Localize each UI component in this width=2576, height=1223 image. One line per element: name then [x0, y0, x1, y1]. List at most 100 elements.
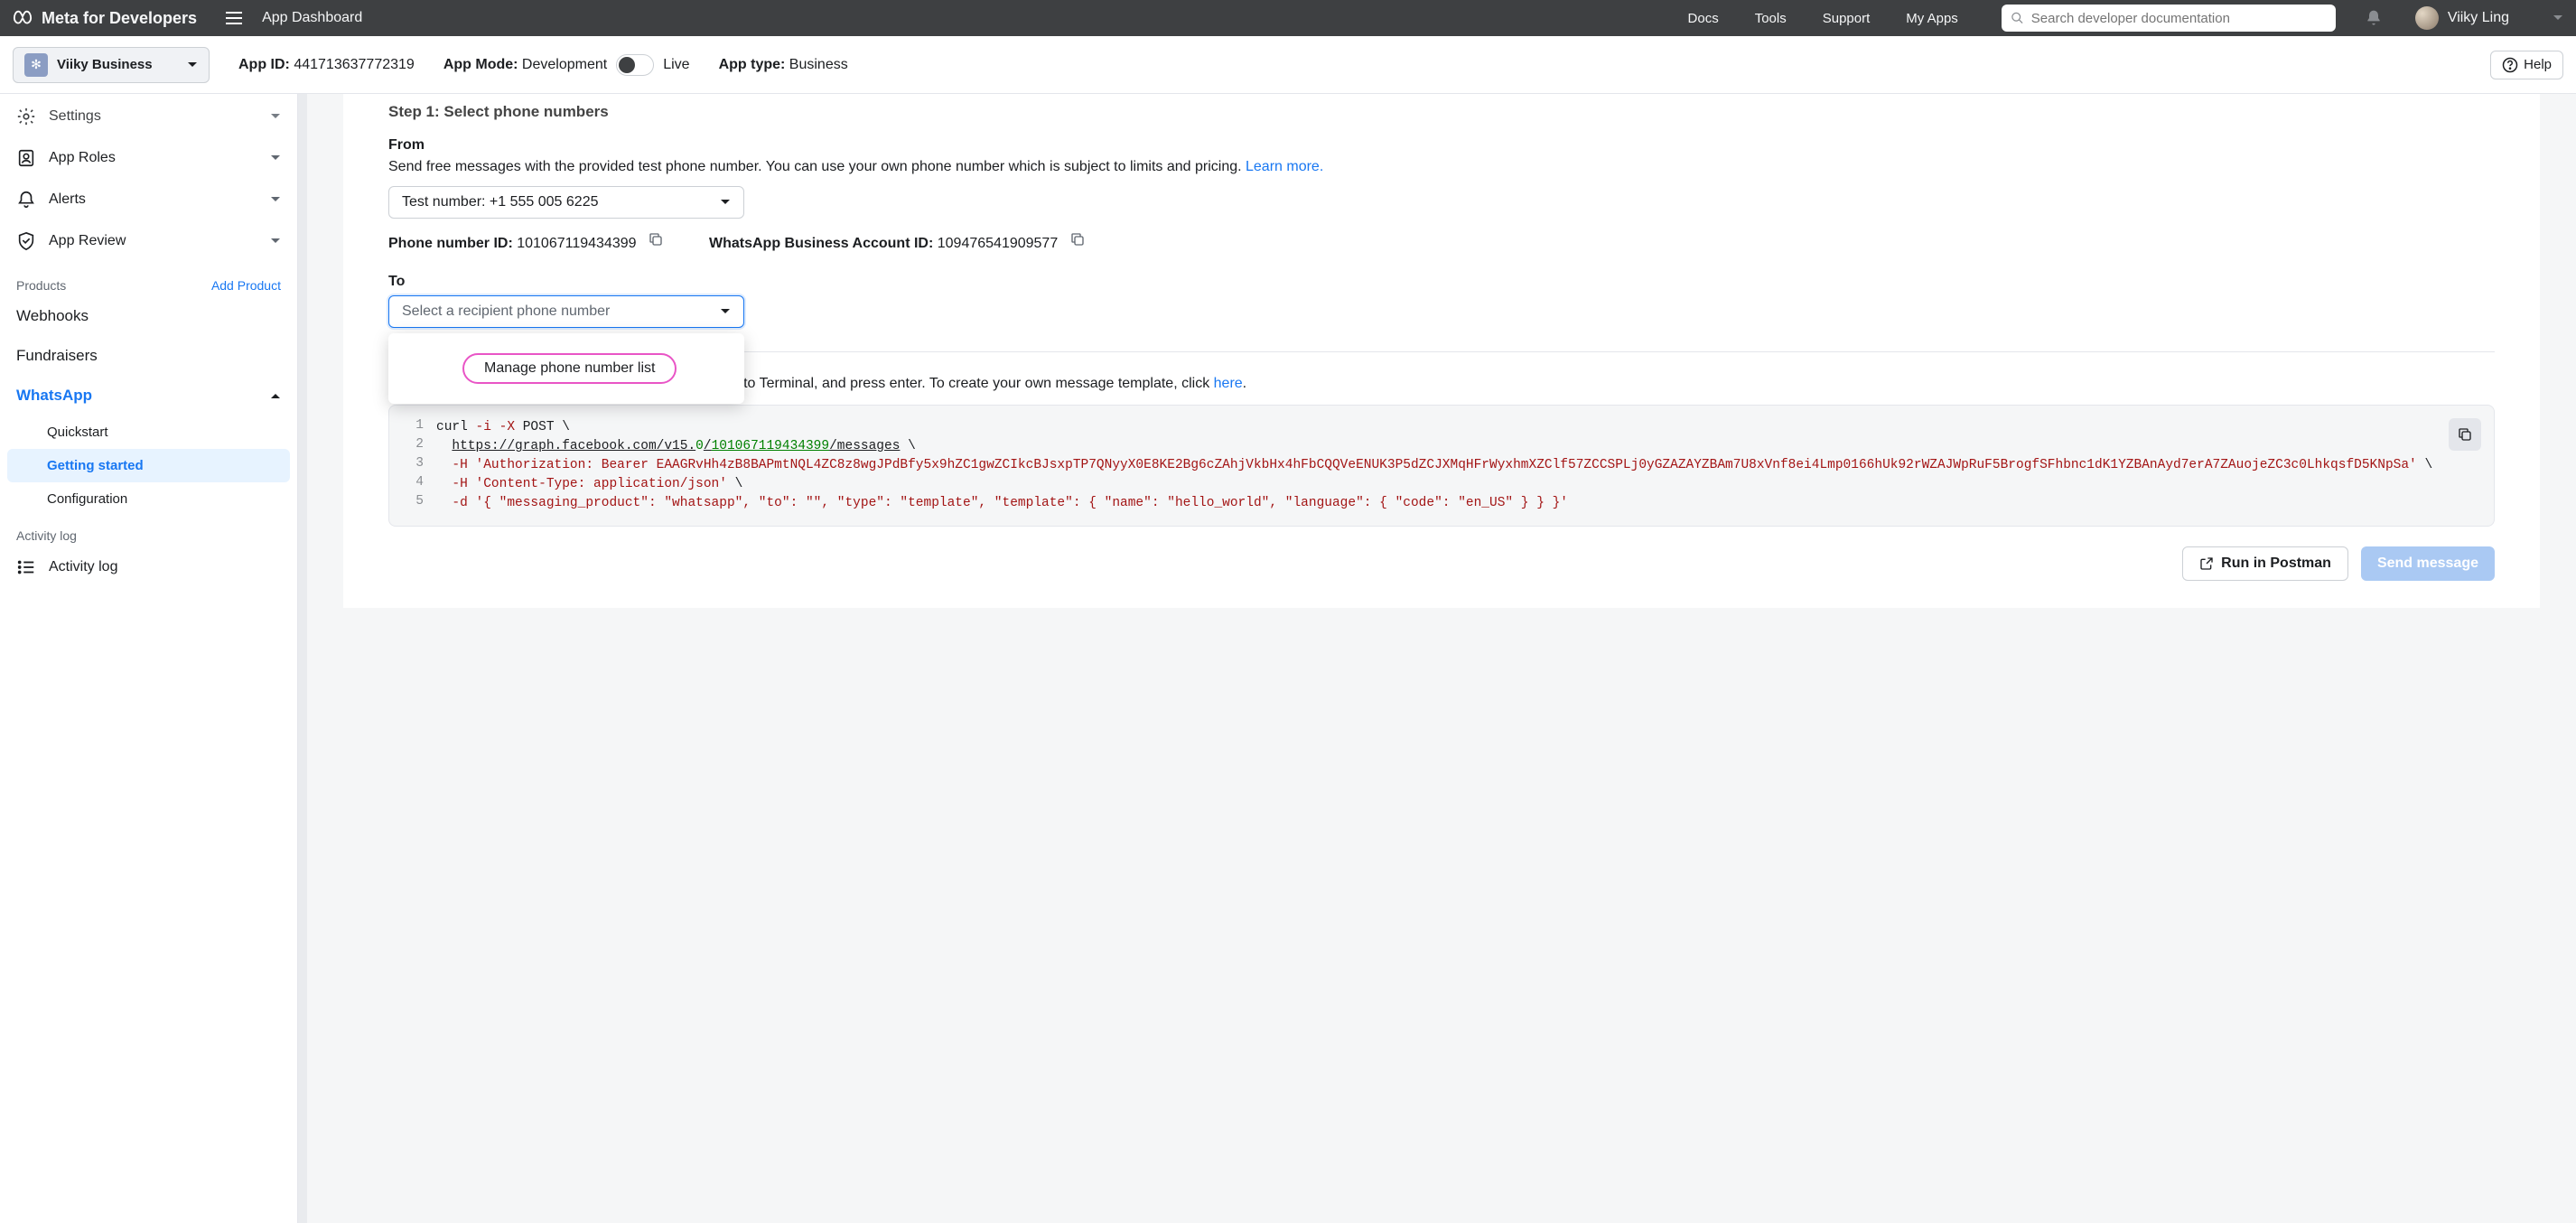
gear-icon: [16, 107, 36, 126]
meta-logo-icon: [13, 8, 33, 28]
chevron-down-icon: [270, 196, 281, 203]
nav-docs[interactable]: Docs: [1688, 11, 1719, 26]
help-button[interactable]: Help: [2490, 51, 2563, 79]
nav-support[interactable]: Support: [1823, 11, 1871, 26]
appreview-label: App Review: [49, 233, 257, 249]
to-placeholder: Select a recipient phone number: [402, 303, 610, 320]
app-type-label: App type:: [719, 57, 786, 72]
avatar: [2415, 6, 2439, 30]
app-id: App ID: 441713637772319: [238, 57, 415, 73]
caret-down-icon: [720, 308, 731, 315]
whatsapp-quickstart[interactable]: Quickstart: [7, 415, 290, 449]
from-help: Send free messages with the provided tes…: [388, 159, 2495, 175]
topbar: Meta for Developers App Dashboard Docs T…: [0, 0, 2576, 36]
brand[interactable]: Meta for Developers: [13, 8, 197, 28]
help-label: Help: [2524, 57, 2552, 72]
from-select[interactable]: Test number: +1 555 005 6225: [388, 186, 744, 219]
app-mode-label: App Mode:: [443, 57, 518, 73]
whatsapp-getting-started[interactable]: Getting started: [7, 449, 290, 482]
sidebar-item-approles[interactable]: App Roles: [7, 137, 290, 179]
phone-number-id-value: 101067119434399: [517, 236, 636, 251]
app-mode-live: Live: [663, 57, 689, 73]
search-icon: [2011, 11, 2024, 25]
copy-code-button[interactable]: [2449, 418, 2481, 451]
sidebar: Settings App Roles Alerts App Review Pro…: [0, 94, 298, 1223]
from-learn-more-link[interactable]: Learn more.: [1246, 159, 1323, 174]
code-line-3: -H 'Authorization: Bearer EAAGRvHh4zB8BA…: [436, 456, 2478, 475]
code-line-1: curl -i -X POST \: [436, 418, 2478, 437]
app-type: App type: Business: [719, 57, 848, 73]
products-label: Products: [16, 278, 66, 293]
brand-text: Meta for Developers: [42, 9, 197, 28]
sidebar-item-activity-log[interactable]: Activity log: [7, 546, 290, 588]
hamburger-icon[interactable]: [226, 12, 242, 24]
waba-id-label: WhatsApp Business Account ID:: [709, 236, 933, 251]
caret-down-icon[interactable]: [2553, 14, 2563, 22]
send-message-label: Send message: [2377, 555, 2478, 572]
notifications-icon[interactable]: [2365, 9, 2383, 27]
app-type-value: Business: [789, 57, 848, 72]
from-help-text: Send free messages with the provided tes…: [388, 159, 1246, 174]
run-in-postman-button[interactable]: Run in Postman: [2182, 546, 2348, 581]
phone-number-id-label: Phone number ID:: [388, 236, 513, 251]
copy-waba-id-icon[interactable]: [1069, 231, 1086, 247]
app-mode-dev: Development: [522, 57, 607, 73]
app-name: Viiky Business: [57, 57, 178, 72]
from-selected-value: Test number: +1 555 005 6225: [402, 194, 599, 210]
list-icon: [16, 557, 36, 577]
sidebar-item-settings[interactable]: Settings: [7, 96, 290, 137]
search-input[interactable]: [2031, 11, 2327, 26]
chevron-down-icon: [270, 113, 281, 120]
chevron-down-icon: [270, 238, 281, 245]
code-line-2: https://graph.facebook.com/v15.0/1010671…: [436, 437, 2478, 456]
sidebar-item-fundraisers[interactable]: Fundraisers: [7, 336, 290, 376]
whatsapp-configuration[interactable]: Configuration: [7, 482, 290, 516]
whatsapp-label: WhatsApp: [16, 387, 92, 405]
copy-icon: [2457, 426, 2473, 443]
gutter: [298, 94, 307, 1223]
sidebar-item-whatsapp[interactable]: WhatsApp: [7, 376, 290, 415]
user-menu[interactable]: Viiky Ling: [2415, 6, 2509, 30]
topnav-links: Docs Tools Support My Apps: [1688, 11, 1958, 26]
to-dropdown-panel: Manage phone number list: [388, 333, 744, 404]
nav-myapps[interactable]: My Apps: [1906, 11, 1958, 26]
from-label: From: [388, 137, 2495, 154]
activity-log-label: Activity log: [49, 559, 281, 575]
app-id-value: 441713637772319: [294, 57, 414, 72]
add-product-link[interactable]: Add Product: [211, 278, 281, 293]
content-area: Step 1: Select phone numbers From Send f…: [307, 94, 2576, 1223]
send-message-button[interactable]: Send message: [2361, 546, 2495, 581]
badge-icon: [16, 148, 36, 168]
run-in-postman-label: Run in Postman: [2221, 555, 2331, 572]
bell-icon: [16, 190, 36, 210]
manage-phone-number-list-button[interactable]: Manage phone number list: [462, 353, 677, 384]
to-label: To: [388, 274, 2495, 290]
nav-tools[interactable]: Tools: [1755, 11, 1787, 26]
chevron-up-icon: [270, 392, 281, 399]
external-link-icon: [2199, 556, 2214, 571]
sidebar-item-appreview[interactable]: App Review: [7, 220, 290, 262]
to-select[interactable]: Select a recipient phone number: [388, 295, 744, 328]
sidebar-item-webhooks[interactable]: Webhooks: [7, 296, 290, 336]
app-dashboard-label[interactable]: App Dashboard: [262, 10, 362, 26]
app-selector[interactable]: ✻ Viiky Business: [13, 47, 210, 83]
waba-id: WhatsApp Business Account ID: 1094765419…: [709, 231, 1086, 252]
app-icon: ✻: [24, 53, 48, 77]
secondary-bar: ✻ Viiky Business App ID: 441713637772319…: [0, 36, 2576, 94]
app-mode: App Mode: Development Live: [443, 54, 690, 76]
step2-here-link[interactable]: here: [1214, 376, 1243, 391]
curl-code-block: 1curl -i -X POST \ 2 https://graph.faceb…: [388, 405, 2495, 527]
search-box[interactable]: [2002, 5, 2336, 32]
help-icon: [2502, 57, 2518, 73]
copy-phone-id-icon[interactable]: [648, 231, 664, 247]
code-line-5: -d '{ "messaging_product": "whatsapp", "…: [436, 494, 2478, 513]
code-line-4: -H 'Content-Type: application/json' \: [436, 475, 2478, 494]
chevron-down-icon: [270, 154, 281, 162]
sidebar-item-alerts[interactable]: Alerts: [7, 179, 290, 220]
app-id-label: App ID:: [238, 57, 290, 72]
app-mode-toggle[interactable]: [616, 54, 654, 76]
settings-label: Settings: [49, 108, 257, 125]
shield-check-icon: [16, 231, 36, 251]
code-ln-3: 3: [406, 456, 436, 471]
approles-label: App Roles: [49, 150, 257, 166]
